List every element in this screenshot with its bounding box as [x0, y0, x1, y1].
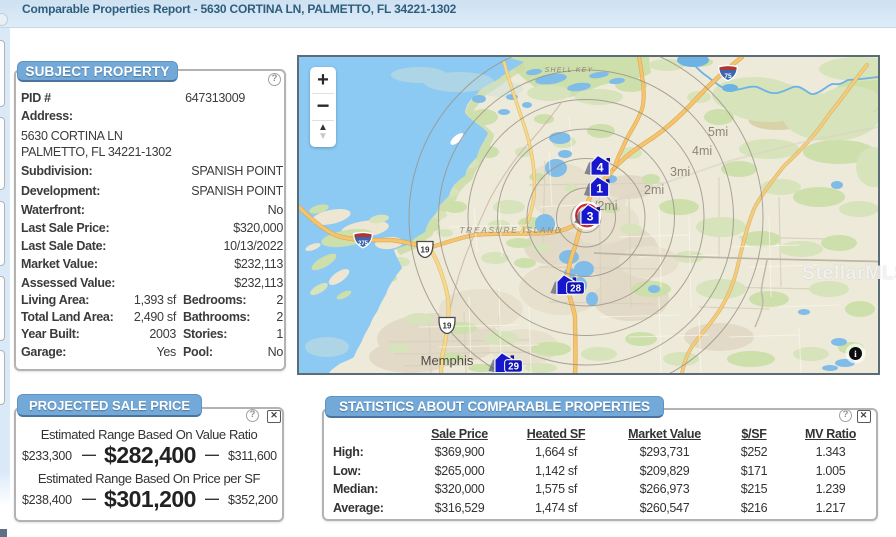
- svg-text:19: 19: [443, 322, 452, 331]
- svg-text:Memphis: Memphis: [421, 353, 474, 368]
- svg-text:19: 19: [421, 246, 430, 255]
- svg-text:5mi: 5mi: [708, 125, 728, 139]
- svg-text:1: 1: [596, 182, 603, 196]
- svg-text:3mi: 3mi: [670, 165, 690, 179]
- svg-text:SHELL KEY: SHELL KEY: [545, 67, 594, 74]
- svg-text:28: 28: [570, 284, 581, 295]
- svg-text:75: 75: [724, 73, 732, 80]
- svg-text:3: 3: [587, 209, 594, 223]
- svg-text:i: i: [854, 350, 857, 360]
- svg-text:TREASURE ISLAND: TREASURE ISLAND: [459, 225, 562, 235]
- svg-text:2mi: 2mi: [644, 183, 664, 197]
- svg-text:29: 29: [508, 362, 519, 373]
- svg-text:275: 275: [358, 241, 369, 247]
- svg-text:4: 4: [597, 160, 604, 174]
- svg-text:4mi: 4mi: [692, 144, 712, 158]
